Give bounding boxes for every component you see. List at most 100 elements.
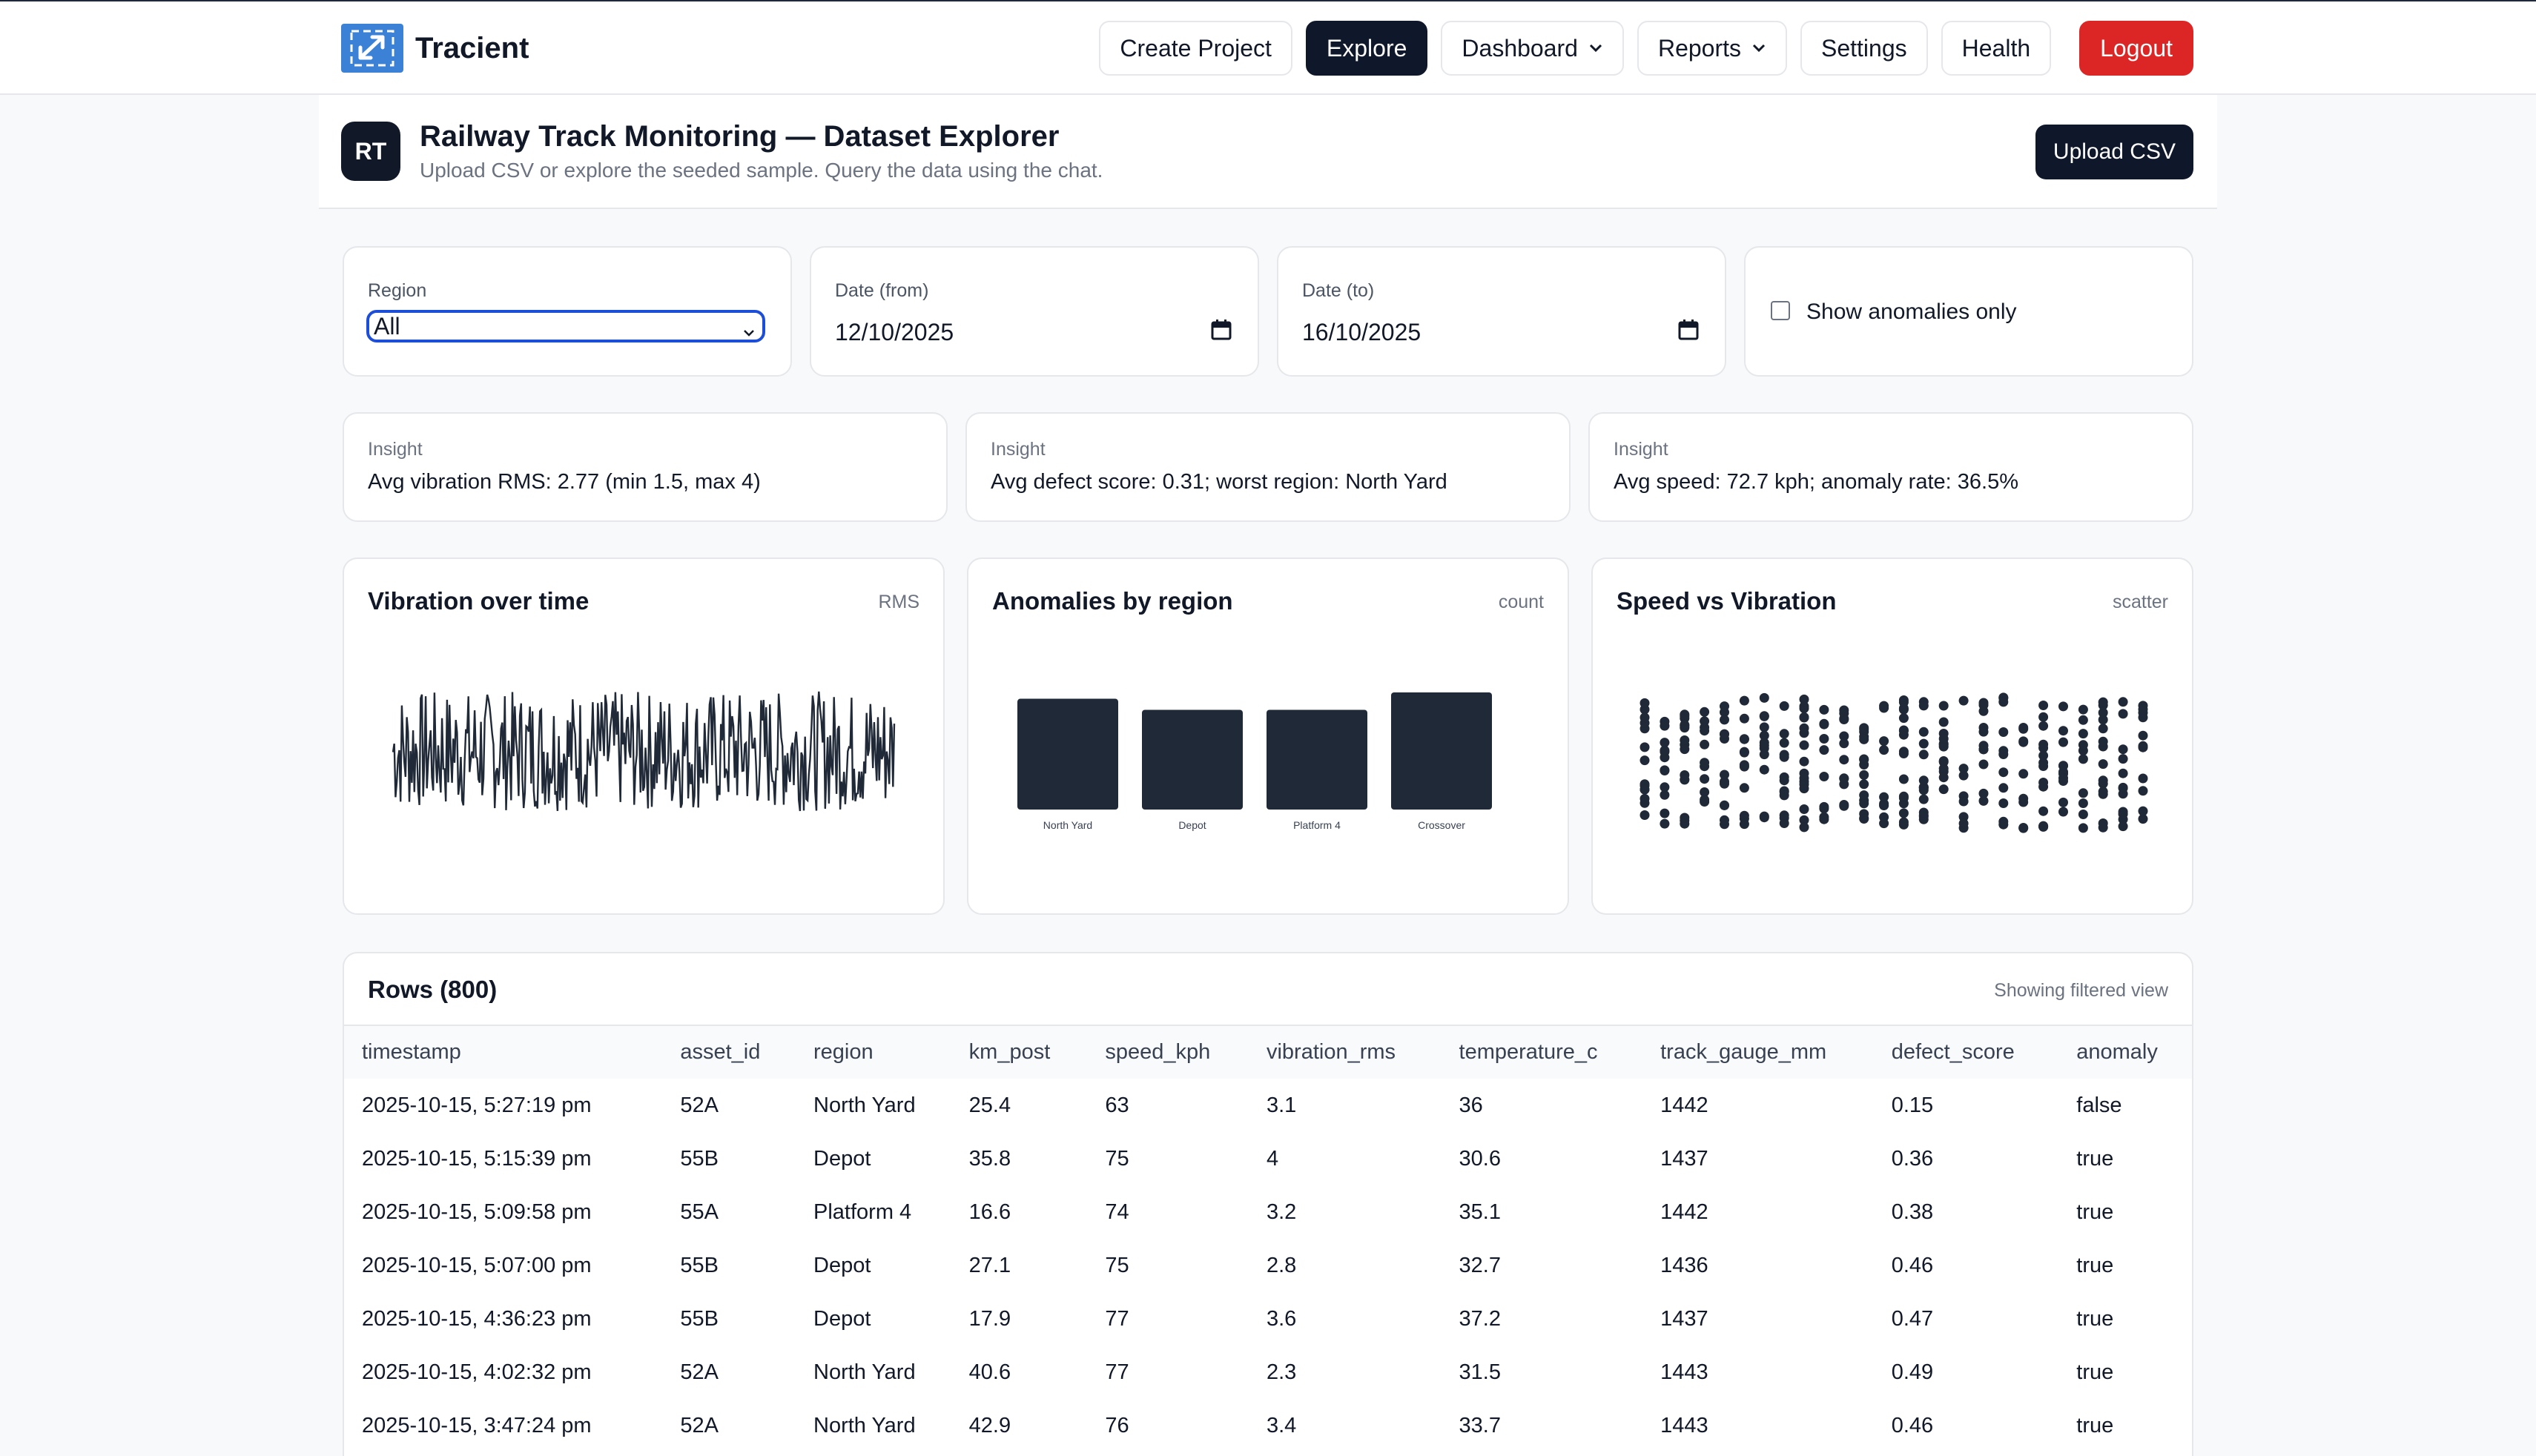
scatter-point — [1759, 749, 1769, 760]
settings-button[interactable]: Settings — [1800, 21, 1928, 76]
create-project-button[interactable]: Create Project — [1099, 21, 1292, 76]
table-cell-km_post: 27.1 — [968, 1253, 1011, 1277]
calendar-icon[interactable] — [1677, 319, 1700, 345]
table-row[interactable]: 2025-10-15, 4:36:23 pm 55B Depot 17.9 77 3.6 3… — [344, 1292, 2192, 1346]
vibration-chart-card: Vibration over time RMS — [343, 557, 945, 915]
scatter-point — [1918, 807, 1929, 818]
scatter-point — [1779, 810, 1789, 821]
scatter-point — [2078, 729, 2088, 739]
column-header-region[interactable]: region — [796, 1025, 951, 1079]
scatter-point — [1958, 818, 1969, 829]
table-cell-speed_kph: 63 — [1105, 1093, 1129, 1117]
scatter-point — [1680, 744, 1690, 755]
scatter-point — [1759, 711, 1769, 721]
column-header-speed_kph[interactable]: speed_kph — [1087, 1025, 1249, 1079]
table-cell-asset_id: 55B — [680, 1306, 719, 1331]
table-row[interactable]: 2025-10-15, 5:07:00 pm 55B Depot 27.1 75 2.8 3… — [344, 1239, 2192, 1292]
scatter-point — [1998, 798, 2009, 808]
scatter-point — [1779, 752, 1789, 762]
scatter-point — [2138, 786, 2148, 796]
scatter-point — [2078, 823, 2088, 833]
scatter-point — [1938, 717, 1949, 727]
column-header-temperature_c[interactable]: temperature_c — [1442, 1025, 1643, 1079]
main-nav: Create Project Explore Dashboard Reports… — [1086, 21, 2193, 76]
table-cell-track_gauge_mm: 1443 — [1660, 1413, 1708, 1437]
scatter-point — [1759, 692, 1769, 703]
scatter-point — [1819, 801, 1829, 812]
scatter-point — [1640, 798, 1650, 808]
scatter-point — [1660, 808, 1670, 818]
scatter-point — [1879, 812, 1889, 822]
bar-crossover[interactable] — [1391, 692, 1492, 810]
scatter-point — [2098, 822, 2108, 833]
anomalies-only-label[interactable]: Show anomalies only — [1806, 300, 2017, 325]
table-cell-timestamp: 2025-10-15, 5:09:58 pm — [362, 1199, 592, 1224]
anomalies-only-checkbox[interactable] — [1771, 301, 1790, 320]
rows-note: Showing filtered view — [1994, 980, 2168, 1001]
column-header-km_post[interactable]: km_post — [951, 1025, 1088, 1079]
scatter-point — [1700, 716, 1710, 727]
scatter-point — [2058, 807, 2068, 817]
calendar-icon[interactable] — [1210, 319, 1232, 345]
reports-label: Reports — [1657, 34, 1741, 62]
scatter-point — [1660, 738, 1670, 748]
brand[interactable]: Tracient — [341, 24, 529, 73]
tracient-logo-icon — [341, 24, 403, 73]
scatter-point — [1879, 745, 1889, 755]
logout-button[interactable]: Logout — [2079, 21, 2193, 76]
date-from-input[interactable]: 12/10/2025 — [835, 319, 954, 346]
scatter-point — [1700, 795, 1710, 805]
explore-button[interactable]: Explore — [1305, 21, 1428, 76]
scatter-point — [1918, 794, 1929, 804]
table-cell-track_gauge_mm: 1442 — [1660, 1093, 1708, 1117]
scatter-point — [2038, 750, 2049, 761]
table-row[interactable]: 2025-10-15, 3:47:24 pm 52A North Yard 42.9 7… — [344, 1399, 2192, 1452]
upload-csv-button[interactable]: Upload CSV — [2035, 125, 2193, 179]
table-cell-temperature_c: 33.7 — [1459, 1413, 1501, 1437]
column-header-asset_id[interactable]: asset_id — [662, 1025, 796, 1079]
bar-north-yard[interactable] — [1017, 698, 1118, 810]
scatter-point — [1739, 761, 1749, 772]
scatter-point — [1978, 698, 1989, 708]
scatter-point — [1879, 703, 1889, 713]
column-header-anomaly[interactable]: anomaly — [2058, 1025, 2192, 1079]
reports-dropdown[interactable]: Reports — [1637, 21, 1787, 76]
column-header-timestamp[interactable]: timestamp — [344, 1025, 662, 1079]
column-header-defect_score[interactable]: defect_score — [1874, 1025, 2059, 1079]
scatter-point — [1680, 775, 1690, 784]
scatter-point — [1859, 798, 1869, 809]
date-to-input[interactable]: 16/10/2025 — [1302, 319, 1421, 346]
scatter-point — [1700, 707, 1710, 717]
scatter-point — [2138, 773, 2148, 784]
table-cell-defect_score: 0.38 — [1891, 1199, 1934, 1224]
table-cell-timestamp: 2025-10-15, 5:15:39 pm — [362, 1146, 592, 1171]
table-cell-vibration_rms: 3.4 — [1266, 1413, 1297, 1437]
dashboard-dropdown[interactable]: Dashboard — [1441, 21, 1624, 76]
table-row[interactable]: 2025-10-15, 4:02:32 pm 52A North Yard 40.6 7… — [344, 1346, 2192, 1399]
scatter-point — [1859, 734, 1869, 744]
column-header-vibration_rms[interactable]: vibration_rms — [1249, 1025, 1442, 1079]
health-button[interactable]: Health — [1941, 21, 2052, 76]
scatter-point — [1640, 784, 1650, 795]
bar-platform-4[interactable] — [1267, 709, 1367, 810]
scatter-point — [2078, 740, 2088, 750]
scatter-point — [2078, 704, 2088, 715]
scatter-point — [1720, 815, 1729, 825]
scatter-point — [1898, 817, 1909, 827]
scatter-point — [1918, 749, 1929, 760]
column-header-track_gauge_mm[interactable]: track_gauge_mm — [1642, 1025, 1874, 1079]
table-cell-km_post: 16.6 — [968, 1199, 1011, 1224]
bar-depot[interactable] — [1142, 709, 1243, 810]
scatter-point — [1759, 764, 1769, 775]
table-row[interactable]: 2025-10-15, 5:15:39 pm 55B Depot 35.8 75 4 30.… — [344, 1132, 2192, 1185]
region-select-value: All — [374, 312, 400, 340]
table-row[interactable]: 2025-10-15, 5:27:19 pm 52A North Yard 25.4 6… — [344, 1079, 2192, 1132]
scatter-point — [1799, 822, 1809, 833]
table-cell-track_gauge_mm: 1442 — [1660, 1199, 1708, 1224]
table-row[interactable]: 2025-10-15, 5:09:58 pm 55A Platform 4 16.6 7… — [344, 1185, 2192, 1239]
table-cell-defect_score: 0.46 — [1891, 1253, 1934, 1277]
table-cell-asset_id: 52A — [680, 1093, 719, 1117]
page-subtitle: Upload CSV or explore the seeded sample.… — [420, 159, 1103, 182]
region-select[interactable]: All — [366, 310, 765, 343]
scatter-point — [1998, 816, 2009, 827]
